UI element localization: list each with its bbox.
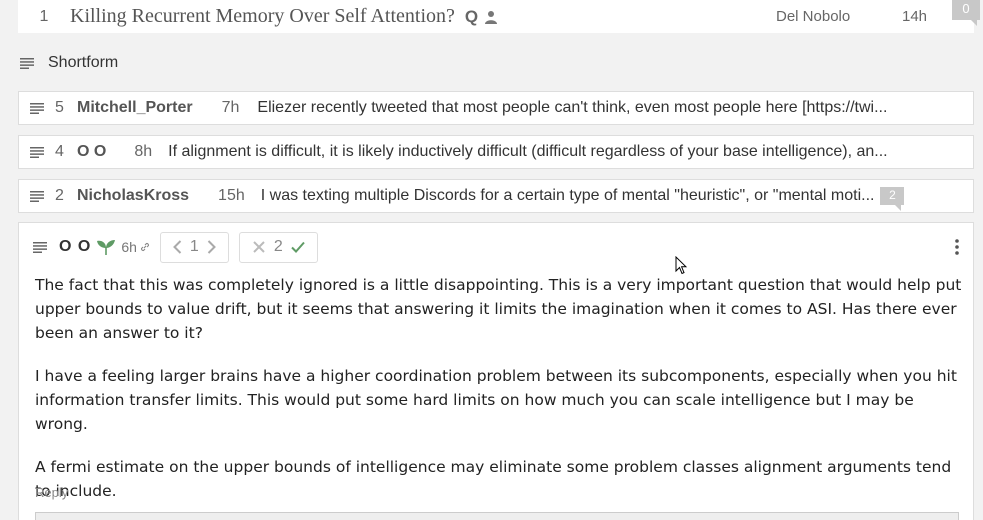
shortform-age: 15h <box>218 187 245 204</box>
shortform-item[interactable]: 4 O O 8h If alignment is difficult, it i… <box>18 135 974 169</box>
comment-author[interactable]: O O <box>59 238 91 256</box>
shortform-comment: O O 6h 1 2 The fact that this was comple… <box>18 222 974 520</box>
list-icon <box>30 146 44 158</box>
question-icon: Q <box>464 6 479 26</box>
shortform-preview[interactable]: Eliezer recently tweeted that most peopl… <box>257 99 887 117</box>
comment-age[interactable]: 6h <box>121 239 137 255</box>
post-title-link[interactable]: Killing Recurrent Memory Over Self Atten… <box>70 5 498 28</box>
post-item[interactable]: 1 Killing Recurrent Memory Over Self Att… <box>18 0 980 33</box>
shortform-comment-count[interactable]: 2 <box>880 187 905 211</box>
mouse-cursor-icon <box>675 256 687 275</box>
post-author[interactable]: Del Nobolo <box>776 8 850 25</box>
post-age: 14h <box>902 8 928 25</box>
list-icon <box>30 190 44 202</box>
comment-paragraph: A fermi estimate on the upper bounds of … <box>35 458 952 500</box>
shortform-preview[interactable]: I was texting multiple Discords for a ce… <box>261 187 875 205</box>
sprout-icon <box>97 240 116 255</box>
agree-check-icon[interactable] <box>291 240 305 254</box>
list-icon <box>30 102 44 114</box>
shortform-karma: 4 <box>55 143 64 160</box>
agreement-vote: 2 <box>238 231 318 263</box>
shortform-author[interactable]: Mitchell_Porter <box>77 99 193 117</box>
karma-vote: 1 <box>159 231 229 263</box>
agreement-score: 2 <box>273 238 283 255</box>
post-comment-count[interactable]: 0 <box>952 0 980 26</box>
shortform-age: 7h <box>221 99 240 116</box>
shortform-age: 8h <box>134 143 153 160</box>
reply-editor[interactable] <box>35 512 959 520</box>
shortform-author[interactable]: NicholasKross <box>77 187 189 205</box>
shortform-karma: 5 <box>55 99 64 116</box>
chevron-left-icon[interactable] <box>173 240 182 254</box>
post-karma: 1 <box>39 7 49 25</box>
comment-meta: O O 6h 1 2 <box>33 231 318 263</box>
comment-paragraph: I have a feeling larger brains have a hi… <box>35 367 957 433</box>
shortform-item[interactable]: 5 Mitchell_Porter 7h Eliezer recently tw… <box>18 91 974 125</box>
shortform-karma: 2 <box>55 187 64 204</box>
chevron-right-icon[interactable] <box>207 240 216 254</box>
post-title: Killing Recurrent Memory Over Self Atten… <box>70 5 455 27</box>
list-icon[interactable] <box>33 241 47 253</box>
shortform-item[interactable]: 2 NicholasKross 15h I was texting multip… <box>18 179 974 213</box>
shortform-header: Shortform <box>20 54 118 72</box>
comment-body: The fact that this was completely ignore… <box>35 273 965 520</box>
link-icon[interactable] <box>140 242 150 252</box>
disagree-x-icon[interactable] <box>252 240 266 254</box>
shortform-author[interactable]: O O <box>77 143 106 161</box>
person-icon <box>485 10 498 24</box>
shortform-preview[interactable]: If alignment is difficult, it is likely … <box>168 143 887 161</box>
shortform-heading: Shortform <box>48 54 119 71</box>
karma-score: 1 <box>189 238 199 255</box>
more-options-icon[interactable] <box>955 239 959 255</box>
list-icon <box>20 57 34 69</box>
reply-link[interactable]: Reply <box>35 485 68 500</box>
comment-paragraph: The fact that this was completely ignore… <box>35 276 962 342</box>
